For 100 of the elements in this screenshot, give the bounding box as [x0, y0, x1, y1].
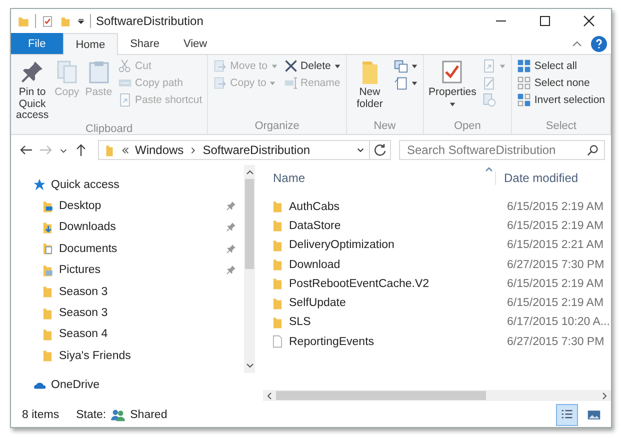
window-title: SoftwareDistribution — [96, 14, 204, 28]
double-chevron-icon — [121, 146, 130, 154]
item-count: 8 items — [22, 409, 60, 421]
image-icon — [587, 408, 601, 422]
column-header[interactable]: Name — [263, 171, 495, 185]
refresh-icon — [373, 143, 387, 157]
date-cell-text: 6/17/2015 10:20 A... — [506, 316, 610, 328]
edit-icon — [482, 76, 496, 90]
date-cell-text: 6/15/2015 2:21 AM — [506, 239, 604, 252]
file-name[interactable]: SelfUpdate — [284, 297, 501, 310]
state-label: State: — [76, 409, 106, 421]
pin-icon[interactable] — [226, 201, 236, 212]
pin-icon — [20, 59, 44, 85]
scroll-left-icon[interactable] — [266, 392, 274, 400]
dropdown-icon[interactable] — [77, 17, 85, 25]
file-name[interactable]: DeliveryOptimization — [284, 239, 501, 252]
nav-item[interactable]: Desktop — [11, 195, 244, 217]
nav-item[interactable]: Season 3 — [11, 280, 244, 302]
ribbon-button[interactable]: Properties — [426, 58, 478, 109]
group-label: New — [372, 120, 397, 132]
nav-item[interactable]: Documents — [11, 238, 244, 260]
copy-icon — [54, 59, 79, 85]
maximize-icon — [539, 15, 551, 27]
caret-icon — [270, 62, 278, 70]
column-header[interactable]: Date modified — [495, 171, 578, 185]
pin-icon[interactable] — [226, 222, 236, 232]
search-icon — [587, 144, 599, 156]
ribbon-button[interactable]: Select all — [515, 58, 607, 74]
date-cell-text: 6/15/2015 2:19 AM — [506, 220, 604, 232]
search-field[interactable]: Search SoftwareDistribution — [399, 140, 605, 160]
folder-icon — [271, 200, 284, 214]
properties-icon — [440, 59, 464, 85]
state-value: Shared — [130, 409, 168, 421]
caret-icon — [448, 100, 456, 108]
ribbon-button[interactable]: Delete — [282, 58, 343, 74]
nav-item[interactable]: Downloads — [11, 216, 244, 238]
scrollbar[interactable] — [244, 165, 255, 373]
chevron-right-icon — [188, 146, 198, 154]
close-icon — [583, 15, 595, 27]
up-arrow-icon[interactable] — [74, 143, 88, 157]
caret-icon — [410, 80, 418, 86]
cut-icon — [118, 59, 132, 73]
file-name[interactable]: Download — [284, 258, 501, 271]
folder-icon — [41, 306, 54, 320]
scroll-right-icon[interactable] — [600, 392, 608, 400]
ribbon-tab[interactable]: View — [171, 33, 220, 54]
back-icon[interactable] — [19, 143, 33, 157]
special-folder-icon — [41, 242, 54, 256]
nav-item[interactable]: Quick access — [11, 174, 244, 196]
ribbon-button[interactable]: New folder — [350, 58, 390, 112]
special-folder-icon — [41, 200, 54, 213]
date-cell-text: 6/15/2015 2:19 AM — [506, 278, 604, 290]
people-icon — [111, 408, 126, 422]
ribbon-icon-button[interactable] — [392, 75, 420, 91]
chevron-down-icon[interactable] — [356, 146, 365, 154]
help-icon[interactable] — [591, 36, 607, 52]
folder-icon — [41, 285, 54, 298]
scroll-thumb[interactable] — [276, 391, 486, 400]
folder-icon — [271, 277, 284, 290]
file-name[interactable]: PostRebootEventCache.V2 — [284, 278, 501, 290]
nav-item[interactable]: Season 3 — [11, 302, 244, 324]
selectnone-icon — [517, 76, 532, 90]
ribbon-icon-button[interactable] — [392, 58, 420, 74]
address-bar[interactable]: Windows SoftwareDistribution — [98, 140, 370, 160]
ribbon-button[interactable]: Invert selection — [515, 92, 607, 108]
checkmark-icon[interactable] — [41, 14, 54, 28]
group-label: Select — [544, 120, 578, 132]
nav-item[interactable]: Siya's Friends — [11, 345, 244, 367]
caret-icon — [269, 80, 276, 86]
ribbon-tab[interactable]: Share — [118, 33, 172, 54]
scroll-up-icon[interactable] — [246, 168, 254, 176]
pin-icon[interactable] — [226, 244, 236, 254]
folder-icon — [41, 328, 54, 341]
pin-icon[interactable] — [226, 265, 236, 276]
date-cell-text: 6/27/2015 7:30 PM — [506, 258, 604, 271]
nav-item[interactable]: Pictures — [11, 260, 244, 281]
folder-icon — [271, 316, 284, 329]
star-icon — [33, 178, 46, 192]
caret-icon — [410, 62, 418, 70]
scrollbar[interactable] — [263, 390, 611, 401]
refresh-button[interactable] — [369, 140, 391, 160]
ribbon-tab[interactable]: Home — [62, 33, 118, 55]
details-view-button[interactable] — [556, 404, 578, 426]
date-cell-text: 6/15/2015 2:19 AM — [506, 200, 604, 213]
scroll-down-icon[interactable] — [246, 362, 254, 370]
ribbon-button[interactable]: Select none — [515, 75, 607, 91]
ribbon-button[interactable]: Pin to Quick access — [14, 58, 51, 123]
nav-item[interactable]: Season 4 — [11, 324, 244, 346]
breadcrumb-item[interactable]: Windows — [135, 143, 184, 157]
file-tab[interactable]: File — [11, 33, 63, 54]
file-name[interactable]: AuthCabs — [284, 200, 501, 213]
file-name[interactable]: ReportingEvents — [284, 336, 501, 348]
scroll-thumb[interactable] — [245, 179, 254, 269]
file-name[interactable]: DataStore — [284, 220, 501, 232]
folder-icon — [271, 219, 284, 232]
breadcrumb-item[interactable]: SoftwareDistribution — [202, 143, 310, 157]
file-name[interactable]: SLS — [284, 316, 501, 328]
paste-icon — [86, 59, 111, 85]
file-icon — [271, 335, 284, 348]
nav-item[interactable]: OneDrive — [11, 374, 244, 396]
